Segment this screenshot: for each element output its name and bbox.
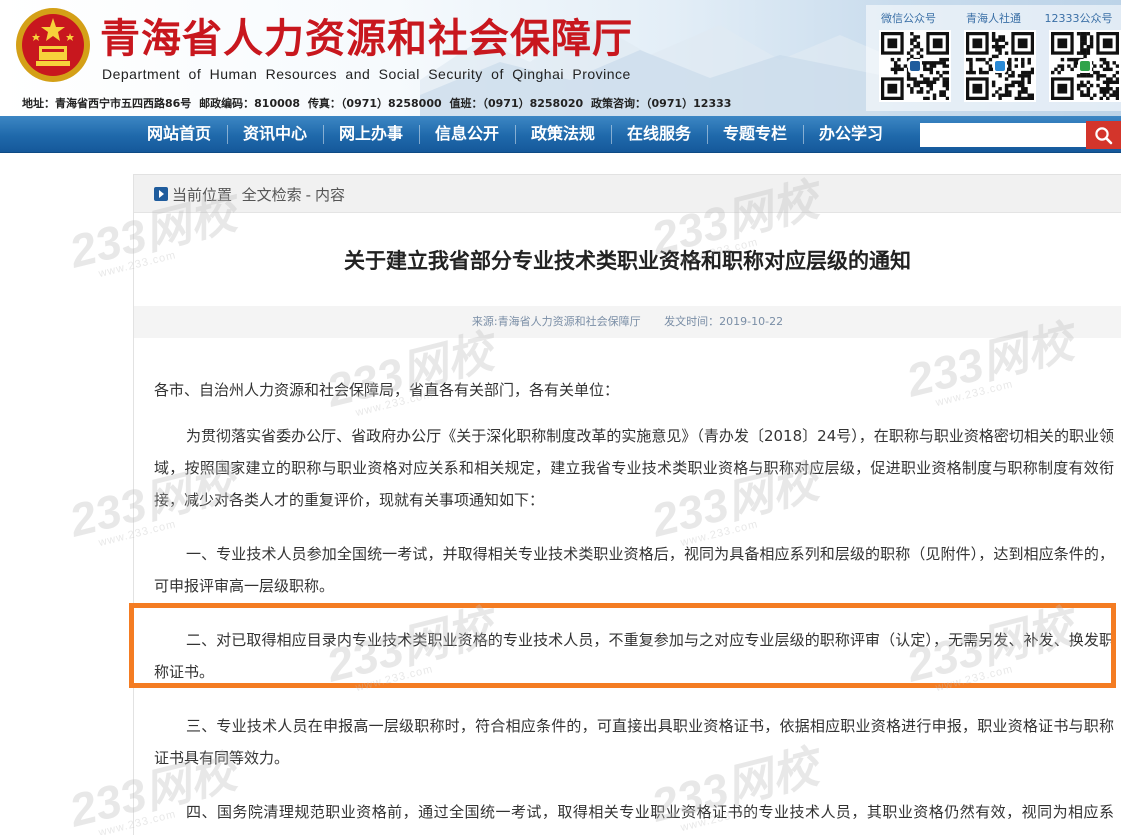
article-paragraph: 为贯彻落实省委办公厅、省政府办公厅《关于深化职称制度改革的实施意见》（青办发〔2… [154,427,1114,509]
nav-item-online-service[interactable]: 在线服务 [611,116,707,153]
article-paragraph-highlighted: 二、对已取得相应目录内专业技术类职业资格的专业技术人员，不重复参加与之对应专业层… [154,631,1114,681]
article-paragraph: 四、国务院清理规范职业资格前，通过全国统一考试，取得相关专业职业资格证书的专业技… [186,803,1114,821]
breadcrumb-label: 当前位置 [172,186,233,204]
article-paragraph: 一、专业技术人员参加全国统一考试，并取得相关专业技术类职业资格后，视同为具备相应… [154,545,1114,595]
nav-items: 网站首页 资讯中心 网上办事 信息公开 政策法规 在线服务 专题专栏 办公学习 [131,116,899,153]
nav-item-home[interactable]: 网站首页 [131,116,227,153]
location-icon [154,187,168,201]
search-icon [1095,127,1113,145]
main-nav: 网站首页 资讯中心 网上办事 信息公开 政策法规 在线服务 专题专栏 办公学习 [0,116,1121,153]
national-emblem-icon [16,8,90,82]
qr-code-panel: 微信公众号 青海人社通 12333公众号 [866,5,1121,111]
nav-item-office-study[interactable]: 办公学习 [803,116,899,153]
article-date: 发文时间：2019-10-22 [664,315,784,328]
article-title: 关于建立我省部分专业技术类职业资格和职称对应层级的通知 [344,249,911,273]
qr-label: 青海人社通 [966,12,1021,25]
qr-wechat[interactable]: 微信公众号 [866,5,951,111]
nav-item-policies[interactable]: 政策法规 [515,116,611,153]
header-banner: 青海省人力资源和社会保障厅 Department of Human Resour… [0,0,1121,116]
fax-text: 传真：（0971）8258000 [307,97,442,110]
article-source: 来源:青海省人力资源和社会保障厅 [471,315,641,328]
qr-app[interactable]: 青海人社通 [951,5,1036,111]
site-title: 青海省人力资源和社会保障厅 [100,15,633,62]
contact-info: 地址：青海省西宁市五四西路86号 邮政编码：810008 传真：（0971）82… [22,95,735,111]
article-paragraph: 三、专业技术人员在申报高一层级职称时，符合相应条件的，可直接出具职业资格证书，依… [154,717,1114,767]
qr-12333[interactable]: 12333公众号 [1036,5,1121,111]
nav-item-topics[interactable]: 专题专栏 [707,116,803,153]
policy-phone-text: 政策咨询：（0971）12333 [591,97,732,110]
nav-item-online-services[interactable]: 网上办事 [323,116,419,153]
duty-phone-text: 值班：（0971）8258020 [449,97,584,110]
breadcrumb-link-search[interactable]: 全文检索 [242,186,302,204]
qr-code-icon [964,30,1036,102]
breadcrumb-separator: - [305,186,311,204]
breadcrumb-text: 当前位置 全文检索 - 内容 [172,184,345,205]
address-text: 地址：青海省西宁市五四西路86号 [22,97,192,110]
breadcrumb-current: 内容 [315,186,346,204]
nav-item-info-disclosure[interactable]: 信息公开 [419,116,515,153]
article-body: 各市、自治州人力资源和社会保障局，省直各有关部门，各有关单位： 为贯彻落实省委办… [154,374,1114,835]
breadcrumb: 当前位置 全文检索 - 内容 [134,175,1121,213]
article-salutation: 各市、自治州人力资源和社会保障局，省直各有关部门，各有关单位： [154,381,620,399]
qr-code-icon [1049,30,1121,102]
article-meta: 来源:青海省人力资源和社会保障厅 发文时间：2019-10-22 [134,306,1121,338]
search-button[interactable] [1086,121,1121,149]
qr-label: 12333公众号 [1044,12,1113,25]
qr-label: 微信公众号 [881,12,936,25]
nav-item-news[interactable]: 资讯中心 [227,116,323,153]
postcode-text: 邮政编码：810008 [199,97,301,110]
site-title-english: Department of Human Resources and Social… [102,66,631,82]
qr-code-icon [879,30,951,102]
search-input[interactable] [920,123,1086,147]
